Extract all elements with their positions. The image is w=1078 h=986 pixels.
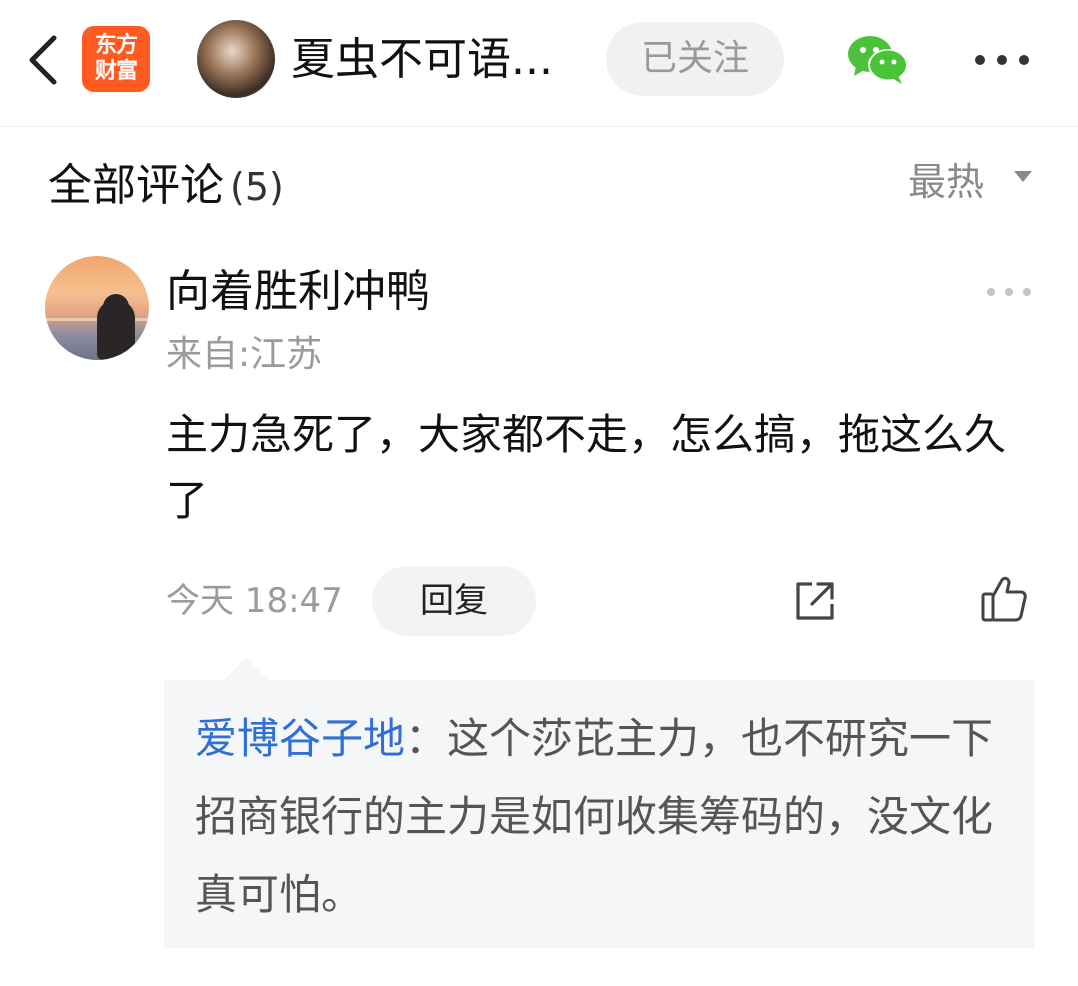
comment-time: 今天 18:47 [166,581,343,621]
reply-pointer [224,658,268,680]
sort-down-icon[interactable] [1014,171,1032,182]
reply-content: 爱博谷子地：这个莎芘主力，也不研究一下招商银行的主力是如何收集筹码的，没文化真可… [195,700,1025,934]
comments-title: 全部评论 (5) [48,156,284,216]
share-icon[interactable] [792,578,838,624]
commenter-name[interactable]: 向着胜利冲鸭 [166,262,430,322]
commenter-avatar[interactable] [45,256,149,360]
reply-author[interactable]: 爱博谷子地 [195,714,405,763]
more-icon[interactable] [974,48,1030,72]
author-avatar[interactable] [197,20,275,98]
comment-more-icon[interactable] [986,284,1032,298]
follow-button[interactable]: 已关注 [606,22,784,96]
logo-text-line1: 东方 [94,33,138,58]
comment-text: 主力急死了，大家都不走，怎么搞，拖这么久了 [166,410,1007,525]
sort-dropdown-label[interactable]: 最热 [908,156,984,208]
logo-text-line2: 财富 [94,59,138,84]
back-arrow-icon[interactable] [22,30,66,90]
like-icon[interactable] [980,574,1028,624]
commenter-location: 来自:江苏 [166,334,323,375]
comments-count: (5) [230,165,284,209]
app-logo[interactable]: 东方 财富 [82,26,150,92]
reply-button[interactable]: 回复 [372,566,536,636]
wechat-icon[interactable] [846,34,910,86]
author-name[interactable]: 夏虫不可语... [291,30,591,90]
comments-title-label: 全部评论 [48,160,224,211]
